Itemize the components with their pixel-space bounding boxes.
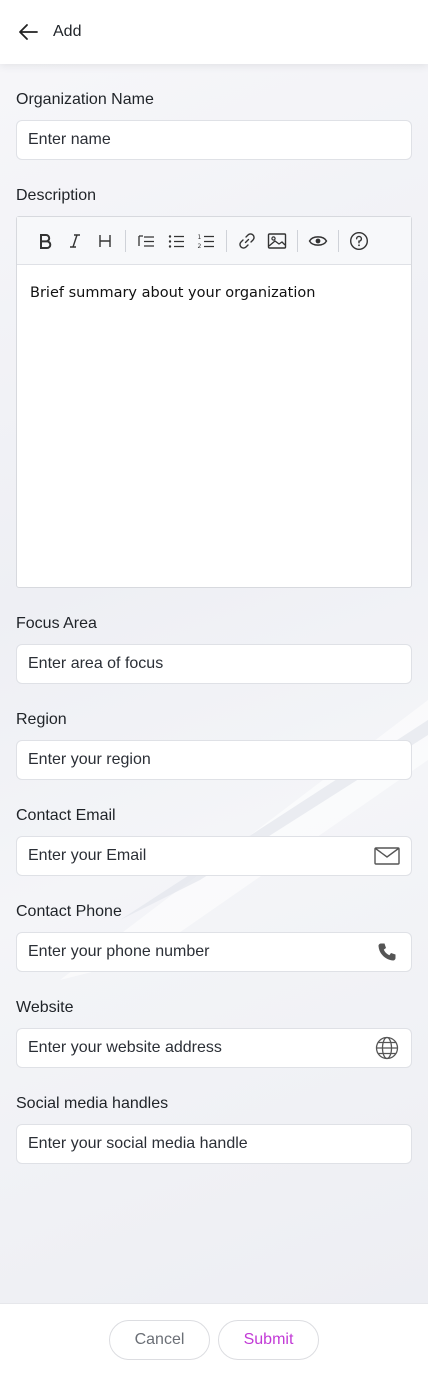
phone-label: Contact Phone	[16, 903, 122, 920]
numbered-list-icon: 1 2	[198, 234, 214, 250]
globe-icon	[374, 1035, 400, 1061]
svg-text:1: 1	[198, 234, 202, 241]
org-name-field: Organization Name Enter name	[16, 88, 412, 160]
toolbar-separator	[125, 229, 126, 252]
email-input[interactable]: Enter your Email	[16, 836, 412, 876]
description-text: Brief summary about your organization	[30, 285, 316, 301]
focus-area-field: Focus Area Enter area of focus	[16, 612, 412, 684]
description-label: Description	[16, 187, 97, 204]
region-placeholder: Enter your region	[28, 751, 151, 768]
link-icon	[239, 232, 255, 249]
focus-area-label: Focus Area	[16, 615, 97, 632]
org-name-input[interactable]: Enter name	[16, 120, 412, 160]
bullet-list-icon	[168, 234, 184, 248]
indent-list-button[interactable]	[131, 226, 161, 256]
image-button[interactable]	[262, 226, 292, 256]
arrow-left-icon	[19, 24, 38, 40]
website-label: Website	[16, 999, 74, 1016]
bold-button[interactable]	[30, 226, 60, 256]
page-title: Add	[53, 23, 82, 40]
cancel-button[interactable]: Cancel	[109, 1319, 210, 1360]
eye-icon	[308, 235, 328, 246]
phone-placeholder: Enter your phone number	[28, 943, 210, 960]
indent-list-icon	[138, 234, 154, 247]
social-placeholder: Enter your social media handle	[28, 1135, 248, 1152]
phone-input[interactable]: Enter your phone number	[16, 932, 412, 972]
website-field: Website Enter your website address	[16, 996, 412, 1068]
app-header: Add	[0, 0, 428, 64]
form-footer: Cancel Submit	[0, 1303, 428, 1375]
help-button[interactable]	[344, 226, 374, 256]
bold-icon	[40, 233, 52, 249]
submit-button[interactable]: Submit	[218, 1319, 319, 1360]
description-field: Description 1 2 Brief summary about your…	[16, 184, 412, 588]
phone-icon	[374, 939, 400, 965]
social-label: Social media handles	[16, 1095, 169, 1112]
website-placeholder: Enter your website address	[28, 1039, 222, 1056]
phone-field: Contact Phone Enter your phone number	[16, 900, 412, 972]
italic-icon	[70, 233, 80, 248]
email-field: Contact Email Enter your Email	[16, 804, 412, 876]
org-name-label: Organization Name	[16, 91, 154, 108]
editor-toolbar: 1 2	[17, 217, 411, 265]
social-field: Social media handles Enter your social m…	[16, 1092, 412, 1164]
markdown-editor: 1 2 Brief summary about your organizatio…	[16, 216, 412, 588]
region-field: Region Enter your region	[16, 708, 412, 780]
heading-icon	[99, 234, 111, 247]
social-input[interactable]: Enter your social media handle	[16, 1124, 412, 1164]
form: Organization Name Enter name Description	[16, 88, 412, 1188]
toolbar-separator	[226, 229, 227, 252]
image-icon	[267, 232, 287, 249]
email-label: Contact Email	[16, 807, 116, 824]
website-input[interactable]: Enter your website address	[16, 1028, 412, 1068]
email-placeholder: Enter your Email	[28, 847, 147, 864]
bullet-list-button[interactable]	[161, 226, 191, 256]
focus-area-input[interactable]: Enter area of focus	[16, 644, 412, 684]
help-icon	[349, 231, 369, 250]
focus-area-placeholder: Enter area of focus	[28, 655, 164, 672]
mail-icon	[374, 843, 400, 869]
back-button[interactable]	[16, 20, 40, 44]
toolbar-separator	[297, 229, 298, 252]
link-button[interactable]	[232, 226, 262, 256]
svg-text:2: 2	[198, 243, 202, 250]
numbered-list-button[interactable]: 1 2	[191, 226, 221, 256]
heading-button[interactable]	[90, 226, 120, 256]
description-textarea[interactable]: Brief summary about your organization	[17, 265, 411, 587]
org-name-placeholder: Enter name	[28, 131, 111, 148]
preview-button[interactable]	[303, 226, 333, 256]
region-label: Region	[16, 711, 67, 728]
toolbar-separator	[338, 229, 339, 252]
region-input[interactable]: Enter your region	[16, 740, 412, 780]
italic-button[interactable]	[60, 226, 90, 256]
